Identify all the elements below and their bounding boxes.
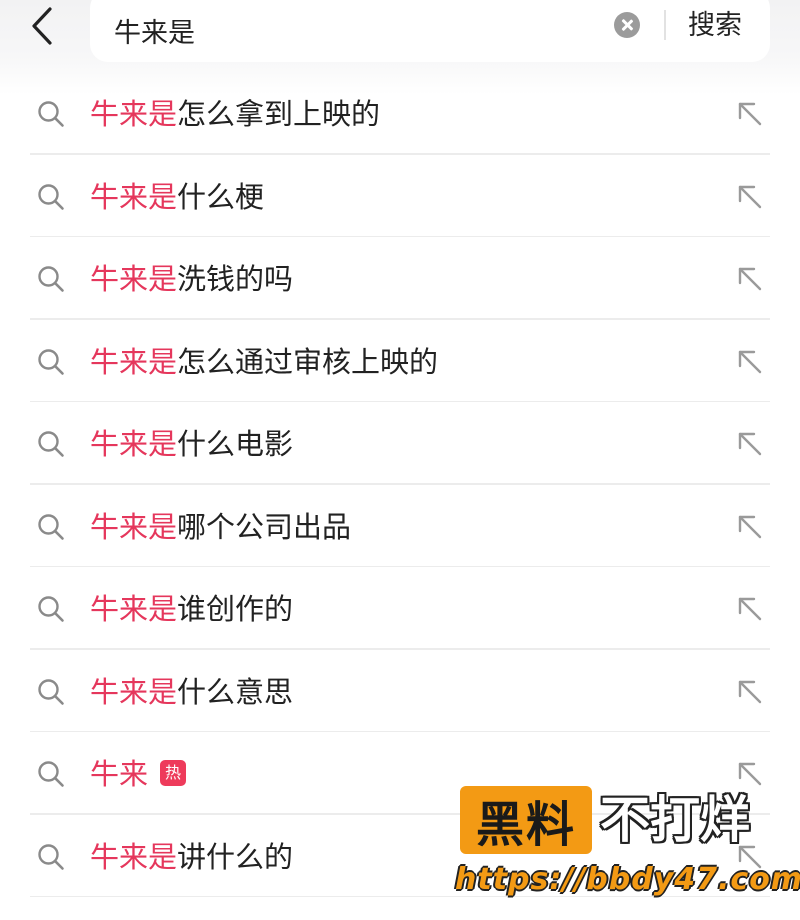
search-icon: [38, 761, 64, 787]
hot-badge: 热: [160, 760, 187, 786]
search-icon: [38, 101, 64, 127]
arrow-up-left-icon[interactable]: [734, 181, 766, 213]
search-icon: [38, 348, 64, 375]
suggestion-highlight: 牛来是: [90, 674, 178, 709]
arrow-up-left-icon[interactable]: [734, 593, 766, 625]
suggestion-item[interactable]: 牛来是什么电影: [0, 402, 800, 485]
search-icon: [38, 183, 64, 210]
suggestion-item[interactable]: 牛来是什么意思: [0, 650, 800, 732]
suggestion-highlight: 牛来: [90, 757, 149, 791]
clear-icon[interactable]: [614, 12, 640, 38]
suggestion-rest: 讲什么的: [177, 839, 294, 874]
suggestion-item[interactable]: 牛来是怎么拿到上映的: [0, 72, 800, 155]
chevron-left-icon: [32, 7, 52, 45]
suggestion-item[interactable]: 牛来是怎么通过审核上映的: [0, 320, 800, 402]
arrow-up-left-icon[interactable]: [734, 676, 766, 708]
suggestion-text: 牛来是什么梗: [90, 177, 264, 217]
divider: [664, 10, 666, 40]
suggestion-text: 牛来是谁创作的: [90, 589, 293, 629]
suggestion-rest: 什么意思: [177, 674, 294, 709]
search-icon: [38, 678, 64, 705]
search-input[interactable]: [114, 12, 584, 48]
watermark-logo: 黑料: [460, 786, 592, 854]
suggestion-text: 牛来是什么意思: [90, 672, 293, 712]
search-button[interactable]: 搜索: [688, 8, 742, 44]
suggestion-highlight: 牛来是: [90, 839, 178, 874]
suggestion-highlight: 牛来是: [90, 592, 178, 626]
arrow-up-left-icon[interactable]: [734, 428, 766, 460]
suggestion-text: 牛来是怎么拿到上映的: [90, 94, 380, 134]
arrow-up-left-icon[interactable]: [734, 98, 766, 130]
watermark-right-text: 不打烊: [600, 791, 750, 849]
search-icon: [38, 513, 64, 540]
suggestion-highlight: 牛来是: [90, 262, 178, 296]
arrow-up-left-icon[interactable]: [734, 511, 766, 543]
suggestion-text: 牛来是洗钱的吗: [90, 259, 293, 299]
search-box: 搜索: [90, 0, 770, 62]
suggestion-text: 牛来是哪个公司出品: [90, 507, 351, 547]
suggestion-highlight: 牛来是: [90, 179, 178, 214]
suggestion-text: 牛来是讲什么的: [90, 837, 293, 877]
suggestion-item[interactable]: 牛来是什么梗: [0, 155, 800, 237]
suggestion-highlight: 牛来是: [90, 509, 178, 544]
arrow-up-left-icon[interactable]: [734, 263, 766, 295]
suggestion-list: 牛来是怎么拿到上映的 牛来是什么梗 牛来是洗钱的吗 牛来是怎么通过审核上映的 牛…: [0, 72, 800, 897]
suggestion-rest: 什么电影: [177, 427, 294, 461]
suggestion-rest: 哪个公司出品: [177, 509, 352, 544]
suggestion-highlight: 牛来是: [90, 97, 178, 131]
suggestion-text: 牛来热: [90, 754, 187, 794]
suggestion-item[interactable]: 牛来是洗钱的吗: [0, 237, 800, 320]
suggestion-item[interactable]: 牛来是哪个公司出品: [0, 485, 800, 567]
suggestion-rest: 怎么通过审核上映的: [177, 344, 439, 379]
suggestion-rest: 洗钱的吗: [177, 262, 294, 296]
suggestion-highlight: 牛来是: [90, 344, 178, 379]
suggestion-rest: 什么梗: [177, 179, 265, 214]
search-icon: [38, 843, 64, 870]
back-button[interactable]: [22, 4, 62, 48]
search-icon: [38, 596, 64, 622]
suggestion-rest: 谁创作的: [177, 592, 294, 626]
suggestion-rest: 怎么拿到上映的: [177, 97, 381, 131]
arrow-up-left-icon[interactable]: [734, 346, 766, 378]
suggestion-text: 牛来是怎么通过审核上映的: [90, 342, 438, 382]
search-icon: [38, 266, 64, 292]
suggestion-highlight: 牛来是: [90, 427, 178, 461]
suggestion-item[interactable]: 牛来是谁创作的: [0, 567, 800, 650]
search-icon: [38, 431, 64, 457]
suggestion-text: 牛来是什么电影: [90, 424, 293, 464]
watermark-url: https://bbdy47.com: [455, 862, 800, 897]
watermark-left-text: 黑料: [475, 797, 576, 853]
